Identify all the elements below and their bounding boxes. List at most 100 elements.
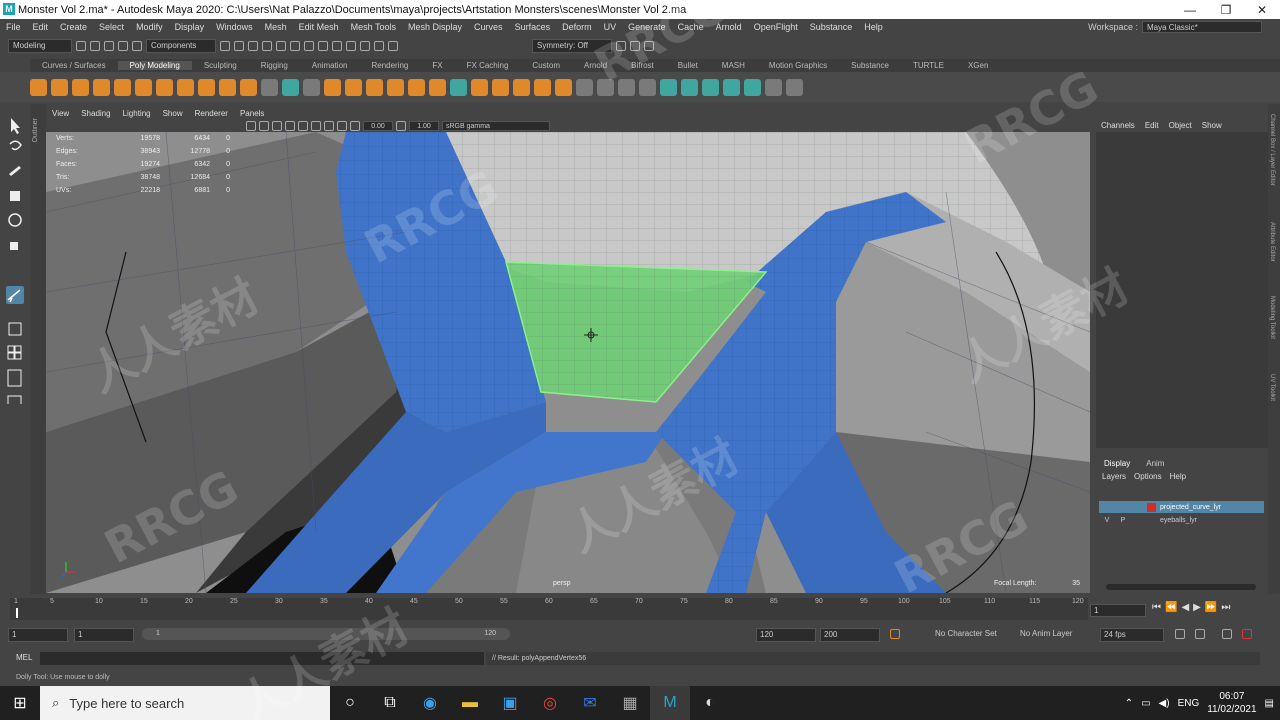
- taskbar-search-box[interactable]: ⌕ Type here to search: [40, 686, 330, 720]
- gamma-field[interactable]: 1.00: [409, 120, 439, 131]
- menu-set-dropdown[interactable]: Modeling: [8, 39, 72, 53]
- select-by-hierarchy-icon[interactable]: [220, 41, 230, 51]
- target-weld-icon[interactable]: [597, 78, 614, 96]
- menu-uv[interactable]: UV: [598, 22, 623, 32]
- poly-sphere-icon[interactable]: [30, 78, 47, 96]
- multi-cut-icon[interactable]: [576, 78, 593, 96]
- menu-file[interactable]: File: [0, 22, 27, 32]
- viewport-menu-view[interactable]: View: [46, 109, 75, 118]
- symmetry-dropdown[interactable]: Symmetry: Off: [532, 39, 612, 53]
- smooth-shade-icon[interactable]: [259, 120, 269, 131]
- shelf-tab-poly-modeling[interactable]: Poly Modeling: [117, 61, 192, 70]
- viewport-menu-panels[interactable]: Panels: [234, 109, 270, 118]
- playback-start-field[interactable]: 1: [74, 628, 134, 642]
- shadows-icon[interactable]: [298, 120, 308, 131]
- channel-box-menu-edit[interactable]: Edit: [1145, 121, 1159, 130]
- step-back-frame-icon[interactable]: ◀: [1181, 602, 1189, 613]
- edge-mask-icon[interactable]: [276, 41, 286, 51]
- attribute-editor-toggle-icon[interactable]: [630, 41, 640, 51]
- menu-substance[interactable]: Substance: [804, 22, 859, 32]
- menu-create[interactable]: Create: [54, 22, 93, 32]
- close-button[interactable]: ✕: [1244, 3, 1280, 17]
- sound-icon[interactable]: [1222, 629, 1232, 639]
- uv-editor-icon[interactable]: [450, 78, 467, 96]
- poly-cylinder-icon[interactable]: [72, 78, 89, 96]
- exposure-field[interactable]: 0.00: [363, 120, 393, 131]
- mail-icon[interactable]: ✉: [570, 686, 610, 720]
- snap-surface-icon[interactable]: [346, 41, 356, 51]
- layer-row[interactable]: projected_curve_lyr: [1099, 501, 1264, 513]
- command-input[interactable]: [40, 652, 484, 665]
- cortana-icon[interactable]: ○: [330, 686, 370, 720]
- viewport-menu-renderer[interactable]: Renderer: [189, 109, 234, 118]
- time-slider[interactable]: 1 5 10 15 20 25 30 35 40 45 50 55 60 65 …: [10, 598, 1088, 620]
- snap-grid-icon[interactable]: [304, 41, 314, 51]
- append-polygon-icon[interactable]: [555, 78, 572, 96]
- shelf-tab-bullet[interactable]: Bullet: [666, 61, 710, 70]
- layer-playback-toggle[interactable]: P: [1115, 517, 1131, 524]
- store-icon[interactable]: ▣: [490, 686, 530, 720]
- redo-icon[interactable]: [132, 41, 142, 51]
- open-scene-icon[interactable]: [90, 41, 100, 51]
- channel-box-menu-show[interactable]: Show: [1202, 121, 1222, 130]
- snap-point-icon[interactable]: [332, 41, 342, 51]
- shelf-tab-mash[interactable]: MASH: [710, 61, 757, 70]
- layer-color-swatch[interactable]: [1147, 502, 1156, 512]
- tab-anim[interactable]: Anim: [1146, 459, 1164, 468]
- separate-icon[interactable]: [345, 78, 362, 96]
- smooth-icon[interactable]: [429, 78, 446, 96]
- poly-plane-icon[interactable]: [135, 78, 152, 96]
- current-time-marker[interactable]: [16, 608, 18, 618]
- uv-toolkit-tab[interactable]: UV Toolkit: [1269, 374, 1275, 401]
- menu-mesh-tools[interactable]: Mesh Tools: [345, 22, 402, 32]
- outliner-strip[interactable]: Outliner: [30, 104, 46, 594]
- shelf-tab-animation[interactable]: Animation: [300, 61, 360, 70]
- maya-taskbar-icon[interactable]: M: [650, 686, 690, 720]
- shelf-tab-motion-graphics[interactable]: Motion Graphics: [757, 61, 839, 70]
- viewport-menu-shading[interactable]: Shading: [75, 109, 116, 118]
- lighting-icon[interactable]: [285, 120, 295, 131]
- fill-hole-icon[interactable]: [534, 78, 551, 96]
- task-view-icon[interactable]: ⧉: [370, 686, 410, 720]
- delete-edge-icon[interactable]: [702, 78, 719, 96]
- command-language-label[interactable]: MEL: [16, 653, 32, 662]
- playback-end-field[interactable]: 120: [756, 628, 816, 642]
- poly-torus-icon[interactable]: [114, 78, 131, 96]
- save-scene-icon[interactable]: [104, 41, 114, 51]
- maximize-button[interactable]: ❐: [1208, 3, 1244, 17]
- shelf-tab-sculpting[interactable]: Sculpting: [192, 61, 249, 70]
- new-scene-icon[interactable]: [76, 41, 86, 51]
- undo-icon[interactable]: [118, 41, 128, 51]
- quad-draw-icon[interactable]: [303, 78, 320, 96]
- character-set-label[interactable]: No Character Set: [935, 629, 997, 638]
- sidebar-toggle-icon[interactable]: [616, 41, 626, 51]
- shelf-tab-fx-caching[interactable]: FX Caching: [455, 61, 521, 70]
- loop-icon[interactable]: [1175, 629, 1185, 639]
- layer-row[interactable]: V P eyeballs_lyr: [1099, 514, 1264, 526]
- menu-select[interactable]: Select: [93, 22, 130, 32]
- shelf-tab-substance[interactable]: Substance: [839, 61, 901, 70]
- animation-end-field[interactable]: 200: [820, 628, 880, 642]
- collapse-icon[interactable]: [681, 78, 698, 96]
- ipr-render-icon[interactable]: [374, 41, 384, 51]
- menu-windows[interactable]: Windows: [210, 22, 259, 32]
- shelf-tab-turtle[interactable]: TURTLE: [901, 61, 956, 70]
- shelf-tab-rendering[interactable]: Rendering: [359, 61, 420, 70]
- shelf-tab-custom[interactable]: Custom: [520, 61, 572, 70]
- range-slider[interactable]: 1 120: [142, 628, 510, 640]
- edge-icon[interactable]: ◉: [410, 686, 450, 720]
- viewport-menu-show[interactable]: Show: [157, 109, 189, 118]
- language-indicator[interactable]: ENG: [1178, 698, 1200, 709]
- menu-mesh-display[interactable]: Mesh Display: [402, 22, 468, 32]
- shelf-tab-rigging[interactable]: Rigging: [249, 61, 300, 70]
- shelf-tab-fx[interactable]: FX: [420, 61, 454, 70]
- menu-help[interactable]: Help: [858, 22, 889, 32]
- auto-key-icon[interactable]: [890, 629, 900, 639]
- channel-box-menu-channels[interactable]: Channels: [1101, 121, 1135, 130]
- poke-icon[interactable]: [723, 78, 740, 96]
- tab-display[interactable]: Display: [1104, 459, 1130, 468]
- insert-edge-loop-icon[interactable]: [639, 78, 656, 96]
- menu-display[interactable]: Display: [169, 22, 211, 32]
- menu-deform[interactable]: Deform: [556, 22, 598, 32]
- menu-surfaces[interactable]: Surfaces: [509, 22, 557, 32]
